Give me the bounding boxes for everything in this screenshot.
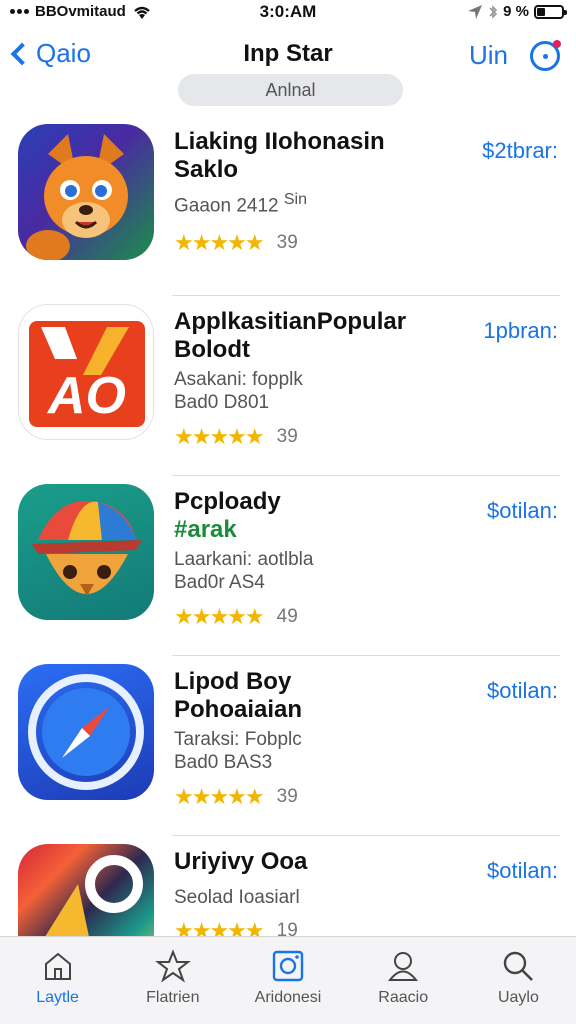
app-list: Liaking IIohonasin Saklo Gaaon 2412 Sin … — [0, 116, 576, 1016]
star-rating-icon: ★★★★★ — [174, 604, 265, 629]
app-subtitle: Asakani: fopplk — [174, 369, 303, 390]
battery-percent: 9 % — [503, 3, 529, 20]
tab-label: Laytle — [36, 989, 79, 1006]
tab-uaylo[interactable]: Uaylo — [461, 937, 576, 1024]
home-icon — [44, 952, 71, 980]
list-item[interactable]: Pcploady #arak Laarkani: aotlbla Bad0r A… — [0, 476, 576, 656]
notification-icon[interactable] — [530, 39, 561, 71]
list-item[interactable]: Liaking IIohonasin Saklo Gaaon 2412 Sin … — [0, 116, 576, 296]
nav-right-actions: Uin — [469, 39, 561, 71]
app-info: Uriyivy Ooa Seolad Ioasiarl — [174, 848, 464, 909]
app-name: Uriyivy Ooa — [174, 848, 308, 875]
list-item[interactable]: AO ApplkasitianPopular Bolodt Asakani: f… — [0, 296, 576, 476]
photo-icon — [272, 950, 304, 982]
rating: ★★★★★ 39 — [174, 784, 298, 810]
status-bar: BBOvmitaud 3:0:AM 9 % — [0, 0, 576, 24]
app-name-line2: Saklo — [174, 156, 239, 183]
person-icon — [388, 952, 419, 981]
app-name: Liaking IIohonasin — [174, 128, 385, 155]
battery-icon — [534, 4, 567, 19]
rating: ★★★★★ 39 — [174, 424, 298, 450]
location-arrow-icon — [468, 4, 483, 19]
star-rating-icon: ★★★★★ — [174, 424, 265, 449]
app-tag: #arak — [174, 516, 237, 543]
app-subtitle-extra: Sin — [283, 191, 307, 208]
app-name: Pcploady — [174, 488, 281, 515]
rating: ★★★★★ 39 — [174, 230, 298, 256]
fox-icon[interactable] — [18, 124, 154, 260]
app-subtitle-text: Gaaon 2412 — [174, 195, 279, 217]
rating-count: 39 — [276, 786, 298, 807]
app-subtitle-line2: Bad0r AS4 — [174, 572, 265, 593]
rating-count: 39 — [276, 232, 298, 253]
search-icon — [504, 951, 534, 981]
rating: ★★★★★ 49 — [174, 604, 298, 630]
bird-icon[interactable] — [18, 484, 154, 620]
get-button[interactable]: $2tbrar: — [482, 138, 558, 164]
get-button[interactable]: $otilan: — [487, 678, 558, 704]
app-name-line2: Bolodt — [174, 336, 250, 363]
app-subtitle: Taraksi: Fobplc — [174, 729, 302, 750]
tab-label: Uaylo — [497, 989, 539, 1006]
star-icon — [154, 949, 191, 983]
tab-label: Flatrien — [146, 989, 200, 1006]
app-subtitle: Laarkani: aotlbla — [174, 549, 314, 570]
rating-count: 39 — [276, 426, 298, 447]
get-button[interactable]: $otilan: — [487, 498, 558, 524]
app-subtitle: Seolad Ioasiarl — [174, 887, 300, 908]
app-info: Lipod Boy Pohoaiaian Taraksi: Fobplc Bad… — [174, 668, 464, 774]
tab-laytle[interactable]: Laytle — [0, 937, 115, 1024]
star-rating-icon: ★★★★★ — [174, 784, 265, 809]
tab-bar: Laytle Flatrien Aridonesi Raacio Uaylo — [0, 936, 576, 1024]
app-subtitle: Gaaon 2412 Sin — [174, 188, 464, 217]
tab-label: Aridonesi — [254, 989, 322, 1006]
app-subtitle-line2: Bad0 BAS3 — [174, 752, 273, 773]
tab-aridonesi[interactable]: Aridonesi — [230, 937, 345, 1024]
app-name-line2: Pohoaiaian — [174, 696, 303, 723]
star-rating-icon: ★★★★★ — [174, 230, 265, 255]
app-subtitle-line2: Bad0 D801 — [174, 392, 270, 413]
status-right: 9 % — [467, 3, 567, 20]
app-info: Pcploady #arak Laarkani: aotlbla Bad0r A… — [174, 488, 464, 594]
tab-label: Raacio — [378, 989, 429, 1006]
tab-raacio[interactable]: Raacio — [346, 937, 461, 1024]
tab-flatrien[interactable]: Flatrien — [115, 937, 230, 1024]
bluetooth-icon — [489, 4, 498, 19]
app-info: Liaking IIohonasin Saklo Gaaon 2412 Sin — [174, 128, 464, 217]
app-name: ApplkasitianPopular — [174, 308, 407, 335]
ao-icon[interactable]: AO — [18, 304, 154, 440]
segment-control[interactable]: Anlnal — [178, 74, 403, 106]
get-button[interactable]: $otilan: — [487, 858, 558, 884]
nav-right-button[interactable]: Uin — [469, 40, 508, 71]
list-item[interactable]: Lipod Boy Pohoaiaian Taraksi: Fobplc Bad… — [0, 656, 576, 836]
get-button[interactable]: 1pbran: — [483, 318, 558, 344]
app-info: ApplkasitianPopular Bolodt Asakani: fopp… — [174, 308, 464, 414]
compass-icon[interactable] — [18, 664, 154, 800]
rating-count: 49 — [276, 606, 298, 627]
app-name: Lipod Boy — [174, 668, 292, 695]
svg-text:AO: AO — [46, 367, 126, 425]
